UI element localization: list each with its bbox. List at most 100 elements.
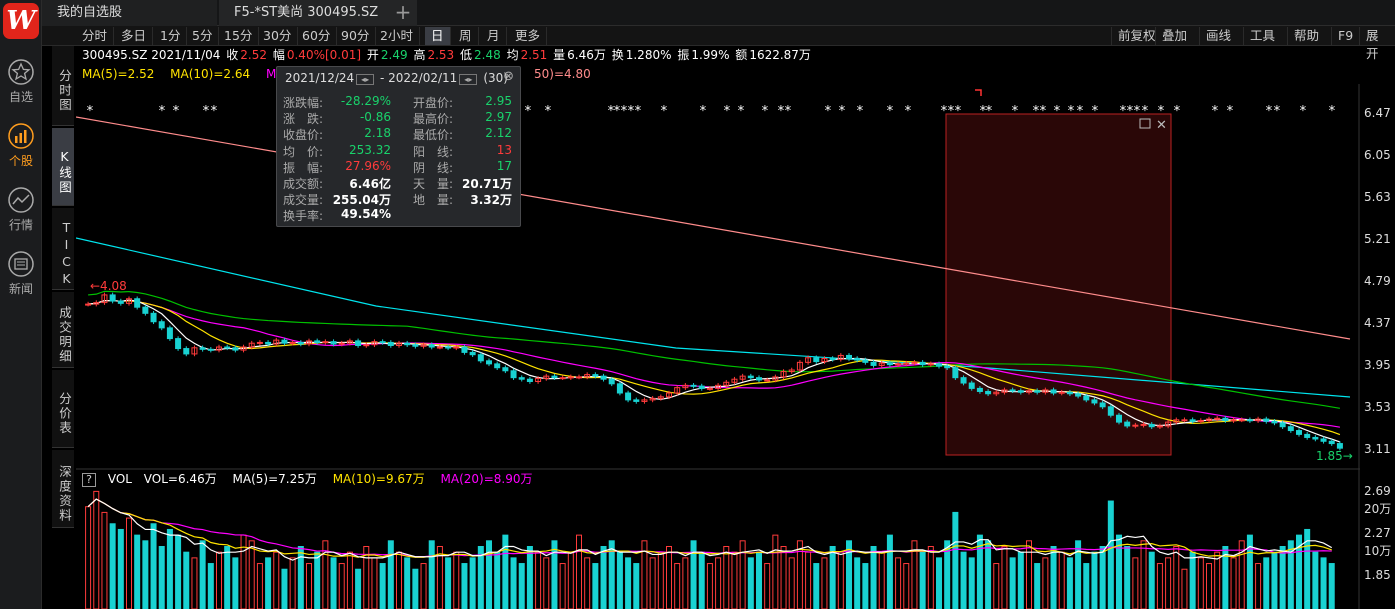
tab-watchlist[interactable]: 我的自选股 (42, 0, 217, 26)
volume-bar (1034, 563, 1041, 609)
event-marker: * (954, 104, 962, 119)
tool-3[interactable]: 工具 (1243, 27, 1281, 45)
popup-label: 最低价: (413, 128, 454, 143)
popup-row: 换手率: 49.54% (283, 207, 516, 223)
volume-bar (232, 557, 239, 609)
candle (175, 338, 182, 350)
volume-bar (85, 506, 92, 609)
side-tab-1[interactable]: K线图 (52, 128, 74, 206)
volume-bar (306, 563, 312, 609)
quote-amt-label: 额 (735, 48, 748, 62)
period-9[interactable]: 日 (425, 27, 451, 45)
stock-chart-icon (8, 123, 34, 149)
volume-bar (723, 546, 730, 609)
volume-bar (469, 557, 476, 609)
period-7[interactable]: 90分 (335, 27, 377, 45)
tool-5[interactable]: F9 (1331, 27, 1359, 45)
period-3[interactable]: 5分 (186, 27, 220, 45)
candle (616, 383, 623, 394)
period-11[interactable]: 月 (481, 27, 507, 45)
tab-stock[interactable]: F5-*ST美尚 300495.SZ (219, 0, 417, 26)
candle (952, 367, 959, 379)
side-tab-0[interactable]: 分时图 (52, 46, 74, 126)
candle (1230, 419, 1237, 422)
candle (518, 377, 525, 380)
quote-close-label: 收 (226, 48, 239, 62)
period-0[interactable]: 分时 (76, 27, 115, 45)
left-nav-rail: W 自选 个股 行情 新闻 (0, 0, 42, 609)
volume-bar (895, 557, 902, 609)
vol-value: VOL=6.46万 (143, 472, 217, 486)
tool-0[interactable]: 前复权 (1111, 27, 1162, 45)
price-tick: 6.05 (1364, 148, 1391, 162)
price-tick: 5.21 (1364, 232, 1391, 246)
rail-item-stock[interactable]: 个股 (0, 122, 42, 176)
rail-item-market[interactable]: 行情 (0, 186, 42, 240)
candle (600, 375, 607, 380)
help-icon[interactable]: ? (82, 472, 96, 487)
quote-turn: 1.280% (625, 48, 672, 62)
side-tab-2[interactable]: TICK (52, 208, 74, 290)
period-10[interactable]: 周 (453, 27, 479, 45)
candle (551, 375, 558, 379)
event-marker: * (838, 104, 846, 119)
candle (387, 341, 394, 346)
event-marker: * (172, 104, 180, 119)
period-1[interactable]: 多日 (115, 27, 154, 45)
event-marker: * (723, 104, 731, 119)
candle (886, 362, 893, 366)
event-marker: * (1091, 104, 1099, 119)
volume-bar (338, 563, 345, 609)
close-icon[interactable]: ⊗ (503, 69, 514, 84)
popup-label: 开盘价: (413, 96, 454, 110)
popup-value: 2.95 (485, 94, 512, 108)
popup-stepper-icon[interactable]: ◂▸ (459, 74, 478, 85)
kline-chart[interactable]: ✕* * * * * * * ** * * * * * * * * * * * * * * * * * * ** * * * * * * * * * *… (76, 84, 1360, 609)
period-8[interactable]: 2小时 (374, 27, 420, 45)
vol-title: VOL (107, 472, 132, 486)
side-tab-3[interactable]: 成交明细 (52, 292, 74, 368)
candle (1034, 390, 1041, 393)
tool-1[interactable]: 叠加 (1155, 27, 1193, 45)
volume-bar (297, 546, 304, 609)
volume-bar (428, 540, 435, 609)
tool-6[interactable]: 展开 (1359, 27, 1395, 61)
event-marker: * (1011, 104, 1019, 119)
rail-item-news[interactable]: 新闻 (0, 250, 42, 304)
range-stats-popup[interactable]: 2021/12/24 ◂▸ - 2022/02/11 ◂▸ (30) ⊗ 涨跌幅: -2… (276, 66, 521, 227)
volume-bar (134, 534, 141, 609)
volume-bar (93, 490, 100, 609)
price-tick: 2.69 (1364, 484, 1391, 498)
price-tick: 6.47 (1364, 106, 1391, 120)
volume-bar (330, 557, 337, 609)
app-logo[interactable]: W (3, 3, 39, 39)
volume-bar (256, 563, 263, 609)
document-tab-bar: 我的自选股 F5-*ST美尚 300495.SZ + (42, 0, 1395, 26)
candle (256, 341, 263, 344)
rail-item-watchlist[interactable]: 自选 (0, 58, 42, 112)
volume-bar (355, 568, 362, 609)
app-window: W 自选 个股 行情 新闻 我的自选股 F5-*ST美尚 300495.SZ +… (0, 0, 1395, 609)
candle (1214, 417, 1221, 420)
tool-4[interactable]: 帮助 (1287, 27, 1325, 45)
volume-bar (649, 557, 656, 609)
quote-avg-label: 均 (506, 48, 519, 62)
popup-stepper-icon[interactable]: ◂▸ (356, 74, 375, 85)
quote-vol: 6.46万 (567, 48, 606, 62)
period-6[interactable]: 60分 (296, 27, 338, 45)
volume-bar (985, 540, 992, 609)
period-4[interactable]: 15分 (218, 27, 260, 45)
candle (330, 341, 337, 345)
add-tab-button[interactable]: + (392, 2, 414, 24)
volume-bar (1017, 551, 1024, 609)
tool-2[interactable]: 画线 (1199, 27, 1237, 45)
side-tab-4[interactable]: 分价表 (52, 370, 74, 448)
side-tab-5[interactable]: 深度资料 (52, 450, 74, 528)
rail-label: 个股 (8, 154, 33, 168)
period-2[interactable]: 1分 (154, 27, 188, 45)
event-marker: * (856, 104, 864, 119)
volume-bar (216, 551, 222, 609)
period-12[interactable]: 更多 (509, 27, 548, 45)
volume-bar (510, 557, 517, 609)
period-5[interactable]: 30分 (257, 27, 299, 45)
